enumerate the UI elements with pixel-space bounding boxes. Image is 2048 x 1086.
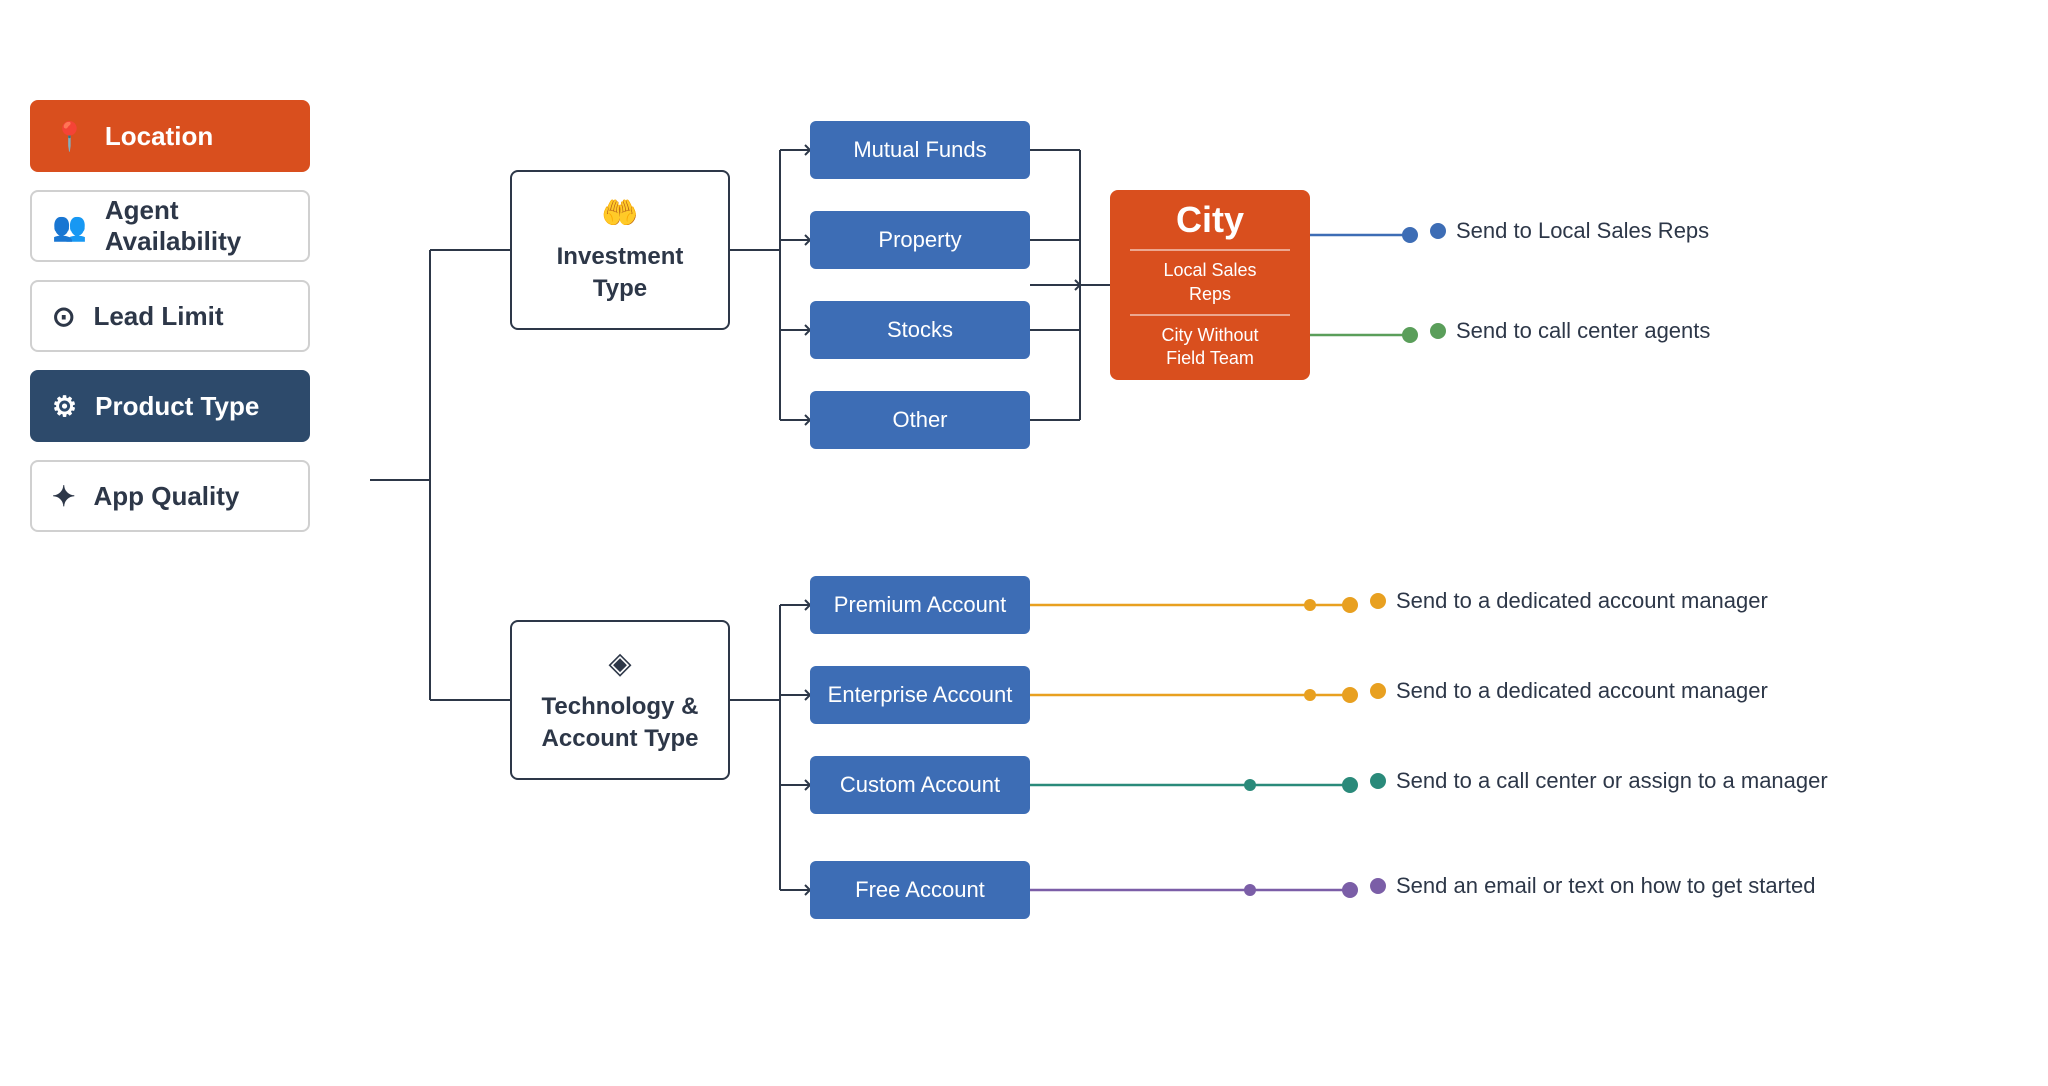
investment-type-box: 🤲 Investment Type	[510, 170, 730, 330]
diagram-container: 📍 Location 👥 Agent Availability ⊙ Lead L…	[0, 0, 2048, 1086]
property-label: Property	[878, 227, 961, 253]
city-local-sales: Local Sales Reps	[1153, 259, 1266, 306]
result-premium-text: Send to a dedicated account manager	[1396, 588, 1768, 614]
city-divider	[1130, 249, 1290, 251]
tech-icon: ◈	[608, 646, 631, 681]
stocks-box: Stocks	[810, 301, 1030, 359]
stocks-label: Stocks	[887, 317, 953, 343]
free-account-label: Free Account	[855, 877, 985, 903]
result-custom: Send to a call center or assign to a man…	[1370, 768, 1828, 794]
custom-account-label: Custom Account	[840, 772, 1000, 798]
other-label: Other	[892, 407, 947, 433]
product-icon: ⚙	[52, 390, 77, 423]
sidebar-item-app-quality[interactable]: ✦ App Quality	[30, 460, 310, 532]
sidebar-item-label: Agent Availability	[105, 195, 288, 257]
mutual-funds-label: Mutual Funds	[853, 137, 986, 163]
result-local-sales: Send to Local Sales Reps	[1430, 218, 1709, 244]
result-free-text: Send an email or text on how to get star…	[1396, 873, 1815, 899]
result-premium: Send to a dedicated account manager	[1370, 588, 1768, 614]
sidebar-item-label: Lead Limit	[93, 301, 223, 332]
location-icon: 📍	[52, 120, 87, 153]
premium-account-label: Premium Account	[834, 592, 1006, 618]
sidebar-item-lead-limit[interactable]: ⊙ Lead Limit	[30, 280, 310, 352]
free-account-box: Free Account	[810, 861, 1030, 919]
premium-account-box: Premium Account	[810, 576, 1030, 634]
city-box: City Local Sales Reps City Without Field…	[1110, 190, 1310, 380]
sidebar-item-agent-availability[interactable]: 👥 Agent Availability	[30, 190, 310, 262]
result-call-center: Send to call center agents	[1430, 318, 1710, 344]
result-custom-text: Send to a call center or assign to a man…	[1396, 768, 1828, 794]
city-divider2	[1130, 314, 1290, 316]
city-without-field: City Without Field Team	[1151, 324, 1268, 371]
investment-label: Investment Type	[557, 241, 684, 303]
technology-label: Technology & Account Type	[542, 691, 699, 753]
mutual-funds-box: Mutual Funds	[810, 121, 1030, 179]
result-call-center-text: Send to call center agents	[1456, 318, 1710, 344]
dot-orange-enterprise	[1370, 683, 1386, 699]
enterprise-account-box: Enterprise Account	[810, 666, 1030, 724]
enterprise-account-label: Enterprise Account	[828, 682, 1013, 708]
custom-account-box: Custom Account	[810, 756, 1030, 814]
other-box: Other	[810, 391, 1030, 449]
result-enterprise: Send to a dedicated account manager	[1370, 678, 1768, 704]
result-free: Send an email or text on how to get star…	[1370, 873, 1815, 899]
technology-account-box: ◈ Technology & Account Type	[510, 620, 730, 780]
agent-icon: 👥	[52, 210, 87, 243]
sidebar-item-label: App Quality	[93, 481, 239, 512]
dot-blue	[1430, 223, 1446, 239]
result-local-sales-text: Send to Local Sales Reps	[1456, 218, 1709, 244]
dot-green	[1430, 323, 1446, 339]
dot-orange-premium	[1370, 593, 1386, 609]
sidebar-item-product-type[interactable]: ⚙ Product Type	[30, 370, 310, 442]
city-title: City	[1166, 199, 1254, 241]
quality-icon: ✦	[52, 480, 75, 513]
investment-icon: 🤲	[601, 196, 638, 231]
property-box: Property	[810, 211, 1030, 269]
sidebar-item-label: Location	[105, 121, 213, 152]
main-area: 🤲 Investment Type Mutual Funds Property …	[350, 50, 2030, 1030]
dot-teal	[1370, 773, 1386, 789]
lead-icon: ⊙	[52, 300, 75, 333]
dot-purple	[1370, 878, 1386, 894]
result-enterprise-text: Send to a dedicated account manager	[1396, 678, 1768, 704]
sidebar-item-label: Product Type	[95, 391, 259, 422]
sidebar: 📍 Location 👥 Agent Availability ⊙ Lead L…	[30, 100, 310, 532]
sidebar-item-location[interactable]: 📍 Location	[30, 100, 310, 172]
